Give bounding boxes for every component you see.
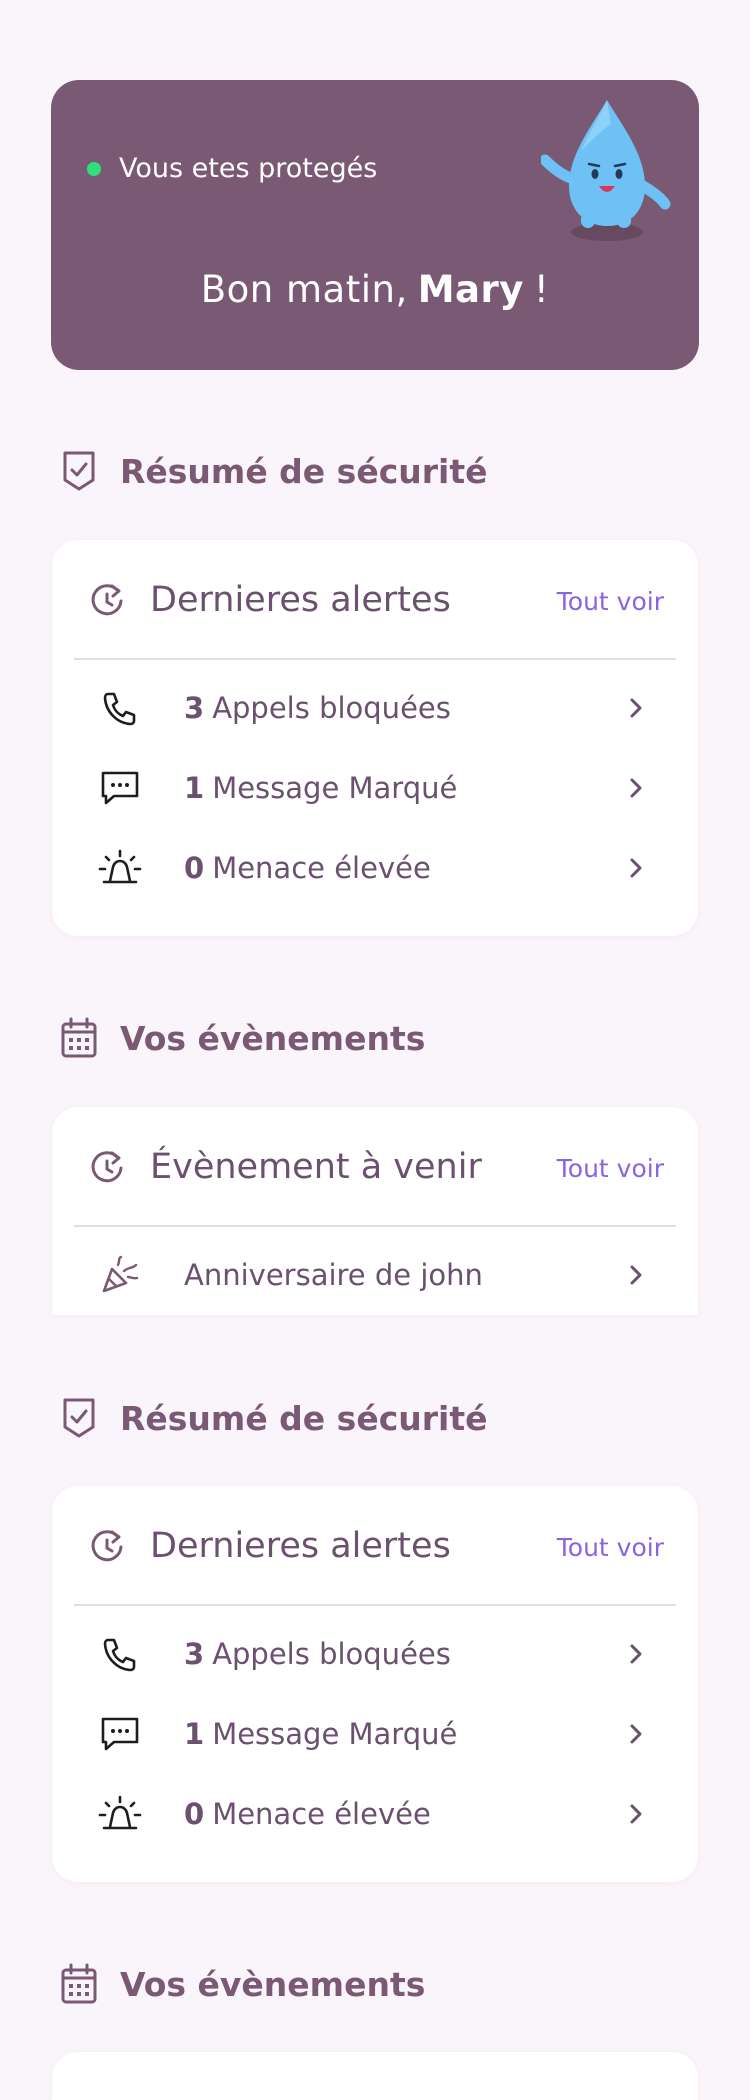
user-name: Mary bbox=[417, 268, 524, 311]
alerts-card: Dernieres alertes Tout voir 3 Appels bloq… bbox=[52, 1486, 698, 1882]
alert-row-messages[interactable]: 1 Message Marqué bbox=[52, 748, 698, 828]
chevron-right-icon bbox=[630, 698, 642, 718]
shield-check-icon bbox=[60, 1397, 98, 1439]
greeting-suffix: ! bbox=[533, 268, 550, 311]
alert-row-threats[interactable]: 0 Menace élevée bbox=[52, 1774, 698, 1854]
alert-count: 3 bbox=[184, 1637, 205, 1671]
events-section-label: Vos évènements bbox=[120, 1964, 426, 2004]
security-section-label: Résumé de sécurité bbox=[120, 1398, 488, 1438]
message-icon bbox=[98, 766, 142, 810]
alert-count: 3 bbox=[184, 691, 205, 725]
events-card-header: Évènement à venir Tout voir bbox=[74, 1107, 676, 1227]
calendar-icon bbox=[60, 1017, 98, 1059]
security-section-label: Résumé de sécurité bbox=[120, 451, 488, 491]
alert-row-calls[interactable]: 3 Appels bloquées bbox=[52, 1614, 698, 1694]
alert-row-threats-text: 0 Menace élevée bbox=[184, 851, 431, 885]
history-icon bbox=[91, 1151, 123, 1183]
greeting: Bon matin, Mary! bbox=[51, 268, 699, 311]
alert-label: Appels bloquées bbox=[212, 691, 451, 725]
party-popper-icon bbox=[98, 1253, 142, 1297]
see-all-alerts-link[interactable]: Tout voir bbox=[557, 1533, 664, 1562]
siren-icon bbox=[98, 846, 142, 890]
alert-count: 1 bbox=[184, 1717, 205, 1751]
events-card: Évènement à venir Tout voir Anniversaire… bbox=[52, 1107, 698, 1315]
events-section-label: Vos évènements bbox=[120, 1018, 426, 1058]
events-section-title: Vos évènements bbox=[60, 1017, 425, 1059]
alert-count: 0 bbox=[184, 851, 205, 885]
alerts-card-title: Dernieres alertes bbox=[150, 580, 451, 620]
chevron-right-icon bbox=[630, 1265, 642, 1285]
alert-label: Menace élevée bbox=[212, 851, 431, 885]
alert-row-calls[interactable]: 3 Appels bloquées bbox=[52, 668, 698, 748]
alert-row-messages-text: 1 Message Marqué bbox=[184, 771, 457, 805]
history-icon bbox=[91, 584, 123, 616]
security-section-title: Résumé de sécurité bbox=[60, 1397, 488, 1439]
greeting-prefix: Bon matin, bbox=[200, 268, 408, 311]
events-card-title: Évènement à venir bbox=[150, 1147, 482, 1187]
alert-count: 0 bbox=[184, 1797, 205, 1831]
event-label: Anniversaire de john bbox=[184, 1258, 483, 1292]
water-drop-mascot bbox=[541, 100, 671, 241]
protection-status-label: Vous etes protegés bbox=[119, 153, 378, 184]
alert-row-calls-text: 3 Appels bloquées bbox=[184, 1637, 451, 1671]
chevron-right-icon bbox=[630, 1804, 642, 1824]
security-section-title: Résumé de sécurité bbox=[60, 450, 488, 492]
alerts-card-title: Dernieres alertes bbox=[150, 1526, 451, 1566]
see-all-events-link[interactable]: Tout voir bbox=[557, 1154, 664, 1183]
alert-count: 1 bbox=[184, 771, 205, 805]
chevron-right-icon bbox=[630, 858, 642, 878]
alert-label: Menace élevée bbox=[212, 1797, 431, 1831]
alert-label: Appels bloquées bbox=[212, 1637, 451, 1671]
alert-row-messages-text: 1 Message Marqué bbox=[184, 1717, 457, 1751]
alert-row-threats-text: 0 Menace élevée bbox=[184, 1797, 431, 1831]
chevron-right-icon bbox=[630, 1724, 642, 1744]
events-section-title: Vos évènements bbox=[60, 1963, 425, 2005]
events-card bbox=[52, 2052, 698, 2100]
protection-status: Vous etes protegés bbox=[87, 153, 377, 184]
alerts-card-header: Dernieres alertes Tout voir bbox=[74, 1486, 676, 1606]
status-dot bbox=[87, 161, 101, 176]
chevron-right-icon bbox=[630, 1644, 642, 1664]
greeting-card: Vous etes protegés Bon matin, Mary! bbox=[51, 80, 699, 370]
alert-row-messages[interactable]: 1 Message Marqué bbox=[52, 1694, 698, 1774]
calendar-icon bbox=[60, 1963, 98, 2005]
shield-check-icon bbox=[60, 450, 98, 492]
alerts-card: Dernieres alertes Tout voir 3 Appels bloq… bbox=[52, 540, 698, 936]
phone-icon bbox=[98, 686, 142, 730]
chevron-right-icon bbox=[630, 778, 642, 798]
history-icon bbox=[91, 1530, 123, 1562]
alert-label: Message Marqué bbox=[212, 1717, 458, 1751]
alerts-card-header: Dernieres alertes Tout voir bbox=[74, 540, 676, 660]
see-all-alerts-link[interactable]: Tout voir bbox=[557, 587, 664, 616]
phone-icon bbox=[98, 1632, 142, 1676]
event-row[interactable]: Anniversaire de john bbox=[52, 1235, 698, 1315]
alert-row-calls-text: 3 Appels bloquées bbox=[184, 691, 451, 725]
alert-row-threats[interactable]: 0 Menace élevée bbox=[52, 828, 698, 908]
siren-icon bbox=[98, 1792, 142, 1836]
alert-label: Message Marqué bbox=[212, 771, 458, 805]
message-icon bbox=[98, 1712, 142, 1756]
